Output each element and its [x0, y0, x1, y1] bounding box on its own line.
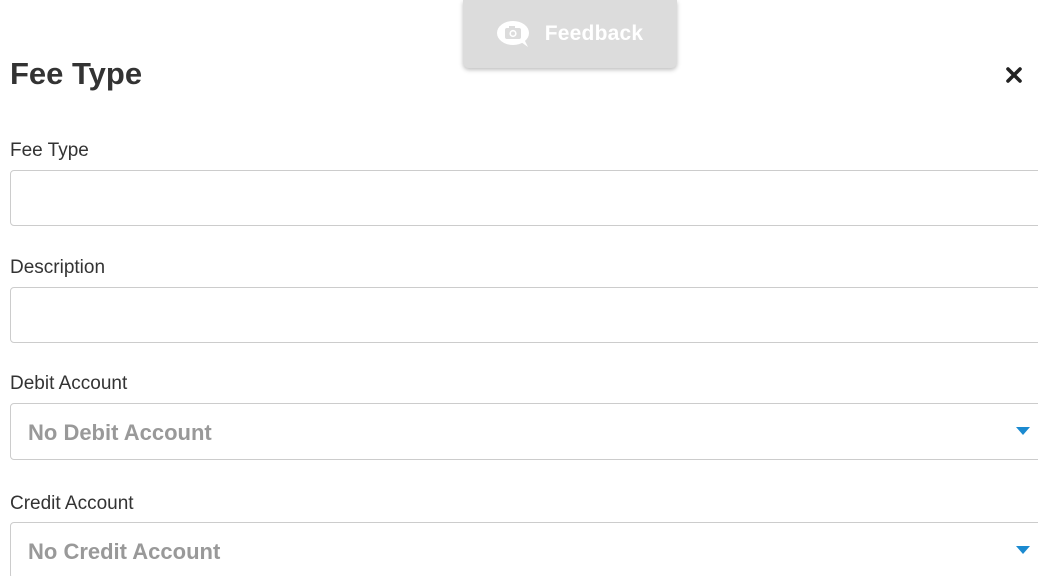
credit-account-value: No Credit Account [28, 539, 221, 564]
credit-account-select[interactable]: No Credit Account [10, 522, 1038, 576]
description-label: Description [10, 257, 106, 278]
close-icon [1006, 66, 1022, 88]
debit-account-label: Debit Account [10, 373, 128, 394]
feedback-label: Feedback [544, 22, 644, 45]
camera-chat-icon [496, 20, 531, 48]
close-button[interactable] [1003, 66, 1025, 88]
caret-down-icon [1016, 546, 1030, 554]
debit-account-select[interactable]: No Debit Account [10, 403, 1038, 460]
dialog-title: Fee Type [10, 56, 143, 91]
feedback-button[interactable]: Feedback [463, 0, 677, 68]
debit-account-value: No Debit Account [28, 420, 212, 445]
credit-account-label: Credit Account [10, 493, 134, 514]
fee-type-input[interactable] [10, 170, 1038, 226]
description-input[interactable] [10, 287, 1038, 343]
caret-down-icon [1016, 427, 1030, 435]
fee-type-label: Fee Type [10, 140, 89, 161]
